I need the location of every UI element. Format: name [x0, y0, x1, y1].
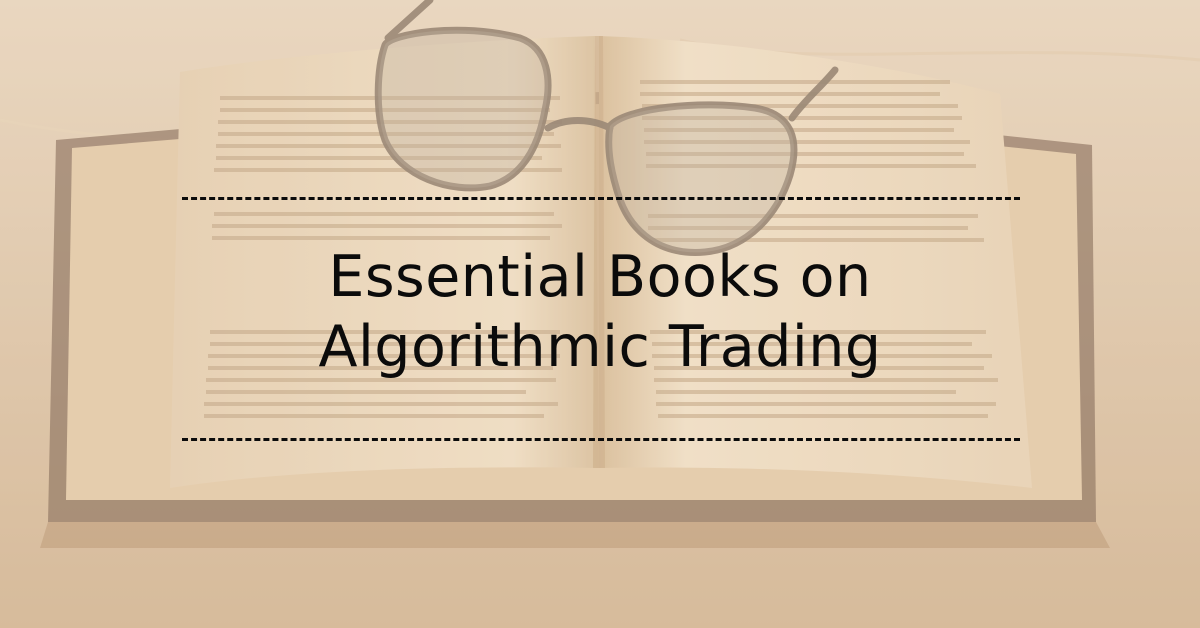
bottom-divider	[182, 438, 1020, 441]
top-divider	[182, 197, 1020, 200]
title-line-2: Algorithmic Trading	[318, 314, 882, 380]
page-title: Essential Books on Algorithmic Trading	[100, 242, 1100, 382]
title-line-1: Essential Books on	[328, 244, 872, 310]
